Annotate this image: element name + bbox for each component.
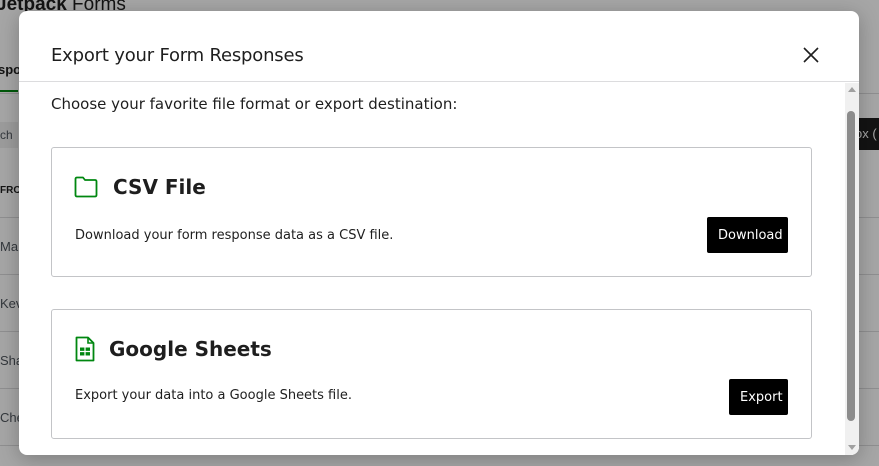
close-button[interactable]	[799, 43, 823, 67]
google-sheets-export-card: Google Sheets Export your data into a Go…	[51, 309, 812, 439]
modal-intro: Choose your favorite file format or expo…	[51, 95, 458, 113]
csv-card-title: CSV File	[113, 175, 206, 199]
google-sheets-card-title: Google Sheets	[109, 337, 272, 361]
google-sheets-card-description: Export your data into a Google Sheets fi…	[75, 388, 352, 403]
google-sheets-icon	[75, 336, 95, 362]
export-button[interactable]: Export	[729, 379, 788, 415]
modal-scrollbar[interactable]	[845, 83, 859, 455]
download-button[interactable]: Download	[707, 217, 788, 253]
export-modal: Export your Form Responses Choose your f…	[19, 11, 859, 455]
csv-card-description: Download your form response data as a CS…	[75, 228, 394, 243]
csv-export-card: CSV File Download your form response dat…	[51, 147, 812, 277]
scroll-up-arrow-icon[interactable]	[848, 87, 856, 92]
modal-title: Export your Form Responses	[51, 45, 304, 66]
modal-header: Export your Form Responses	[19, 11, 859, 82]
modal-body: Choose your favorite file format or expo…	[19, 83, 845, 455]
scroll-down-arrow-icon[interactable]	[848, 445, 856, 450]
folder-icon	[74, 176, 98, 198]
close-icon	[803, 47, 819, 63]
scrollbar-thumb[interactable]	[847, 111, 855, 421]
